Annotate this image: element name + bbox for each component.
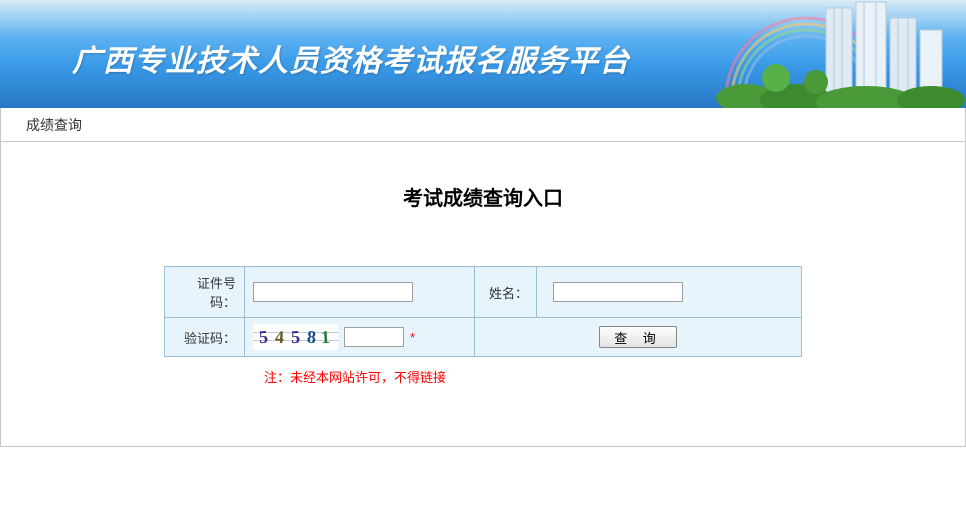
- query-button[interactable]: 查 询: [599, 326, 677, 348]
- captcha-input[interactable]: [344, 327, 404, 347]
- section-heading: 考试成绩查询入口: [1, 182, 965, 211]
- id-label: 证件号码：: [165, 267, 245, 318]
- name-input[interactable]: [553, 282, 683, 302]
- footer-note: 注：未经本网站许可，不得链接: [164, 367, 802, 386]
- query-form-table: 证件号码： 姓名： 验证码： 5 4 5 8: [164, 266, 802, 357]
- main-content: 考试成绩查询入口 证件号码： 姓名： 验证码： 5 4: [0, 142, 966, 447]
- navbar: 成绩查询: [0, 108, 966, 142]
- nav-item-score-query[interactable]: 成绩查询: [26, 115, 82, 135]
- id-number-input[interactable]: [253, 282, 413, 302]
- required-mark: *: [410, 330, 415, 345]
- banner-decoration-icon: [706, 0, 966, 108]
- site-title: 广西专业技术人员资格考试报名服务平台: [72, 36, 630, 80]
- name-label: 姓名：: [475, 267, 537, 318]
- header-banner: 广西专业技术人员资格考试报名服务平台: [0, 0, 966, 108]
- captcha-image[interactable]: 5 4 5 8 1: [253, 324, 338, 350]
- captcha-label: 验证码：: [165, 318, 245, 357]
